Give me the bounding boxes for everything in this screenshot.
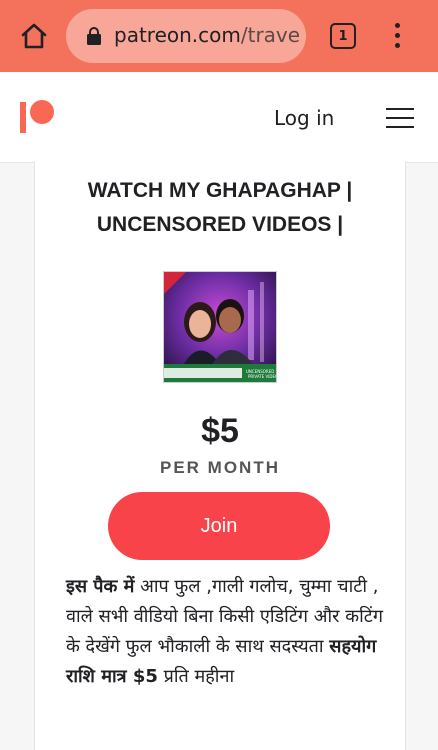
description-bold-intro: इस पैक में	[66, 576, 135, 597]
hamburger-menu-icon[interactable]	[386, 108, 414, 128]
tier-description: इस पैक में आप फुल ,गाली गलोच, चुम्मा चाट…	[66, 572, 396, 692]
login-link[interactable]: Log in	[274, 106, 334, 130]
home-icon[interactable]	[14, 16, 54, 56]
tier-card: WATCH MY GHAPAGHAP | UNCENSORED VIDEOS |	[34, 162, 406, 750]
url-domain: patreon.com	[114, 23, 241, 47]
join-button[interactable]: Join	[108, 492, 330, 560]
tier-title: WATCH MY GHAPAGHAP | UNCENSORED VIDEOS |	[35, 174, 405, 242]
tier-title-line2: UNCENSORED VIDEOS |	[96, 213, 344, 236]
address-bar[interactable]: patreon.com/trave	[66, 9, 306, 63]
tier-title-line1: WATCH MY GHAPAGHAP |	[87, 179, 353, 202]
tab-switcher-button[interactable]: 1	[330, 23, 356, 49]
patreon-logo[interactable]	[20, 100, 56, 134]
site-header: Log in	[0, 72, 438, 163]
svg-text:PRIVATE VIDEOS: PRIVATE VIDEOS	[248, 374, 276, 379]
url-path: /trave	[240, 23, 301, 47]
lock-icon	[86, 27, 102, 45]
more-options-icon[interactable]	[388, 20, 408, 52]
description-text-end: प्रति महीना	[157, 666, 235, 687]
tier-period: PER MONTH	[160, 458, 280, 477]
url-text: patreon.com/trave	[114, 23, 302, 47]
tier-price: $5	[201, 412, 239, 450]
browser-toolbar: patreon.com/trave 1	[0, 0, 438, 72]
tier-thumbnail-image: UNCENSORED PRIVATE VIDEOS	[163, 271, 277, 383]
